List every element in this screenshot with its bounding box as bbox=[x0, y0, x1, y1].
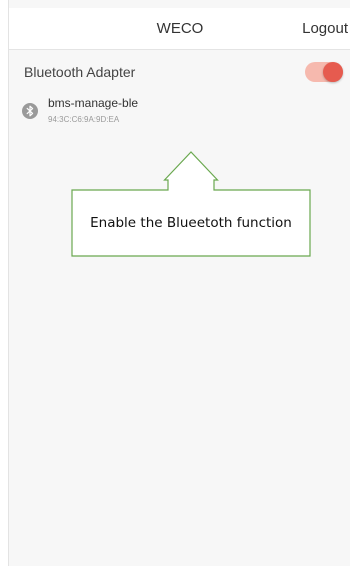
callout-text: Enable the Blueetoth function bbox=[90, 215, 292, 231]
page-title: WECO bbox=[156, 20, 204, 37]
list-item[interactable]: bms-manage-ble 94:3C:C6:9A:9D:EA bbox=[9, 94, 350, 136]
logout-button[interactable]: Logout bbox=[302, 8, 348, 50]
bluetooth-adapter-toggle[interactable] bbox=[305, 62, 343, 82]
bluetooth-icon bbox=[22, 103, 38, 119]
device-name: bms-manage-ble bbox=[48, 96, 139, 110]
device-mac-address: 94:3C:C6:9A:9D:EA bbox=[48, 115, 120, 124]
bluetooth-adapter-row: Bluetooth Adapter bbox=[9, 50, 350, 94]
app-screen: WECO Logout Bluetooth Adapter bms-manage… bbox=[8, 0, 350, 566]
toggle-knob bbox=[323, 62, 343, 82]
bluetooth-adapter-label: Bluetooth Adapter bbox=[24, 64, 136, 80]
app-header: WECO Logout bbox=[9, 8, 350, 50]
